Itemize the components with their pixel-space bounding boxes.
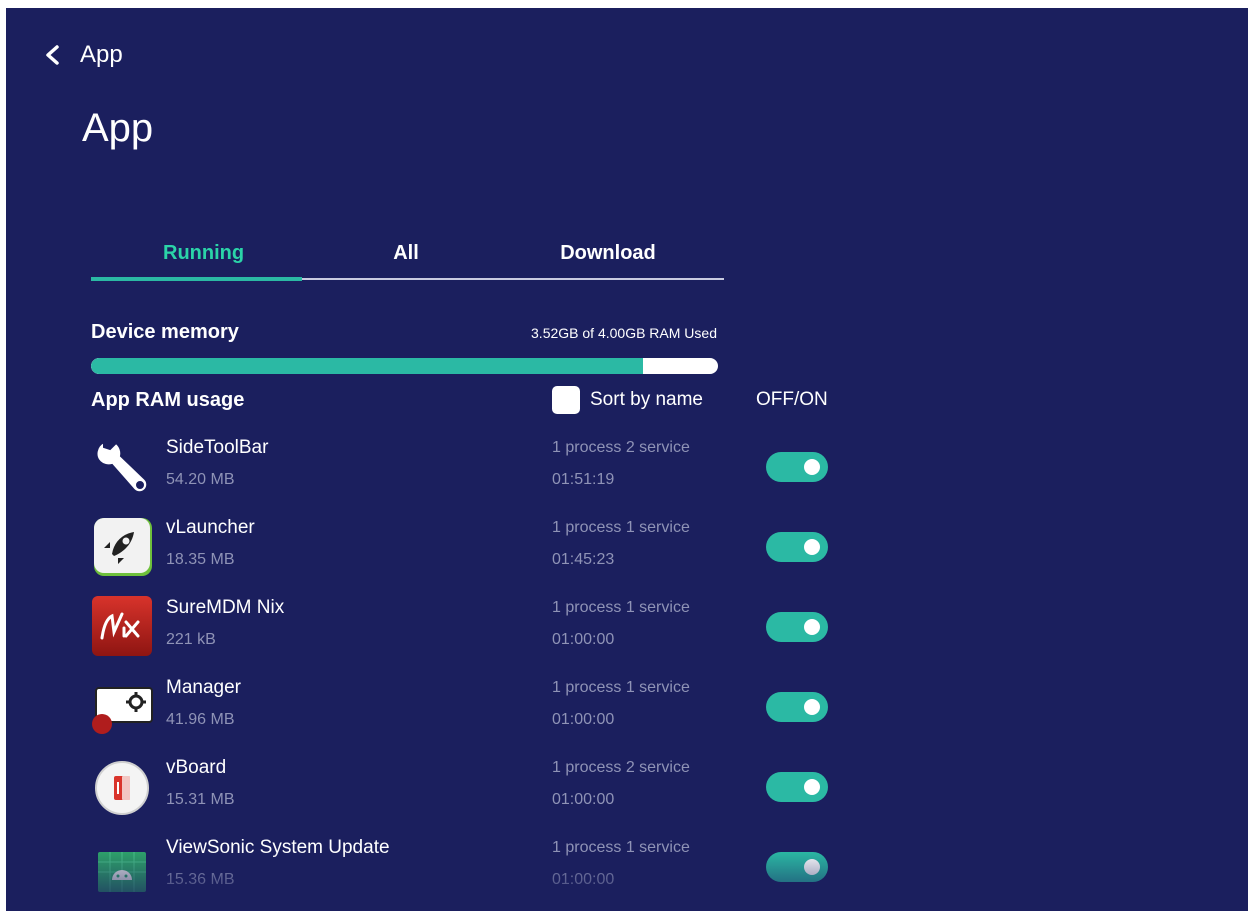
app-name: vLauncher — [166, 517, 255, 538]
app-size: 221 kB — [166, 631, 216, 648]
chevron-left-icon — [46, 45, 59, 65]
wrench-icon — [90, 434, 154, 498]
app-uptime: 01:00:00 — [552, 631, 615, 648]
rocket-icon — [90, 514, 154, 578]
app-size: 41.96 MB — [166, 711, 235, 728]
app-toggle[interactable] — [766, 772, 828, 802]
app-size: 15.31 MB — [166, 791, 235, 808]
app-size: 18.35 MB — [166, 551, 235, 568]
toggle-knob — [804, 699, 820, 715]
app-process-count: 1 process 1 service — [552, 839, 690, 856]
app-uptime: 01:00:00 — [552, 871, 615, 888]
gear-icon — [90, 674, 154, 738]
sort-by-name-label[interactable]: Sort by name — [590, 389, 703, 411]
toggle-knob — [804, 539, 820, 555]
app-uptime: 01:45:23 — [552, 551, 615, 568]
memory-progress-bar — [91, 358, 718, 374]
app-name: vBoard — [166, 757, 227, 778]
app-toggle[interactable] — [766, 852, 828, 882]
list-item[interactable]: vLauncher 18.35 MB 1 process 1 service 0… — [6, 508, 906, 588]
android-icon — [90, 834, 154, 898]
app-process-count: 1 process 1 service — [552, 519, 690, 536]
toggle-knob — [804, 459, 820, 475]
memory-used-text: 3.52GB of 4.00GB RAM Used — [531, 325, 717, 341]
tab-download[interactable]: Download — [553, 242, 663, 265]
toggle-knob — [804, 779, 820, 795]
list-item[interactable]: SideToolBar 54.20 MB 1 process 2 service… — [6, 428, 906, 508]
breadcrumb: App — [80, 41, 123, 68]
tab-running[interactable]: Running — [163, 242, 244, 265]
tab-indicator — [91, 277, 302, 281]
app-toggle[interactable] — [766, 452, 828, 482]
nix-icon — [90, 594, 154, 658]
vboard-icon — [90, 754, 154, 818]
app-uptime: 01:51:19 — [552, 471, 615, 488]
app-process-count: 1 process 2 service — [552, 439, 690, 456]
list-item[interactable]: SureMDM Nix 221 kB 1 process 1 service 0… — [6, 588, 906, 668]
tab-bar: Running All Download — [91, 238, 724, 282]
memory-progress-fill — [91, 358, 643, 374]
app-ram-usage-label: App RAM usage — [91, 389, 245, 411]
app-process-count: 1 process 1 service — [552, 679, 690, 696]
app-settings-screen: App App Running All Download Device memo… — [6, 8, 1248, 911]
list-item[interactable]: Manager 41.96 MB 1 process 1 service 01:… — [6, 668, 906, 748]
app-toggle[interactable] — [766, 612, 828, 642]
app-size: 15.36 MB — [166, 871, 235, 888]
app-name: Manager — [166, 677, 241, 698]
app-uptime: 01:00:00 — [552, 711, 615, 728]
toggle-column-header: OFF/ON — [756, 389, 828, 410]
app-process-count: 1 process 2 service — [552, 759, 690, 776]
app-name: SureMDM Nix — [166, 597, 285, 618]
back-button[interactable]: App — [42, 41, 123, 69]
app-size: 54.20 MB — [166, 471, 235, 488]
list-item[interactable]: ViewSonic System Update 15.36 MB 1 proce… — [6, 828, 906, 908]
toggle-knob — [804, 859, 820, 875]
list-item[interactable]: vBoard 15.31 MB 1 process 2 service 01:0… — [6, 748, 906, 828]
app-name: ViewSonic System Update — [166, 837, 390, 858]
app-uptime: 01:00:00 — [552, 791, 615, 808]
toggle-knob — [804, 619, 820, 635]
app-toggle[interactable] — [766, 692, 828, 722]
page-title: App — [82, 106, 154, 150]
tab-all[interactable]: All — [386, 242, 426, 265]
app-process-count: 1 process 1 service — [552, 599, 690, 616]
sort-by-name-checkbox[interactable] — [552, 386, 580, 414]
app-name: SideToolBar — [166, 437, 269, 458]
device-memory-label: Device memory — [91, 321, 239, 343]
app-toggle[interactable] — [766, 532, 828, 562]
